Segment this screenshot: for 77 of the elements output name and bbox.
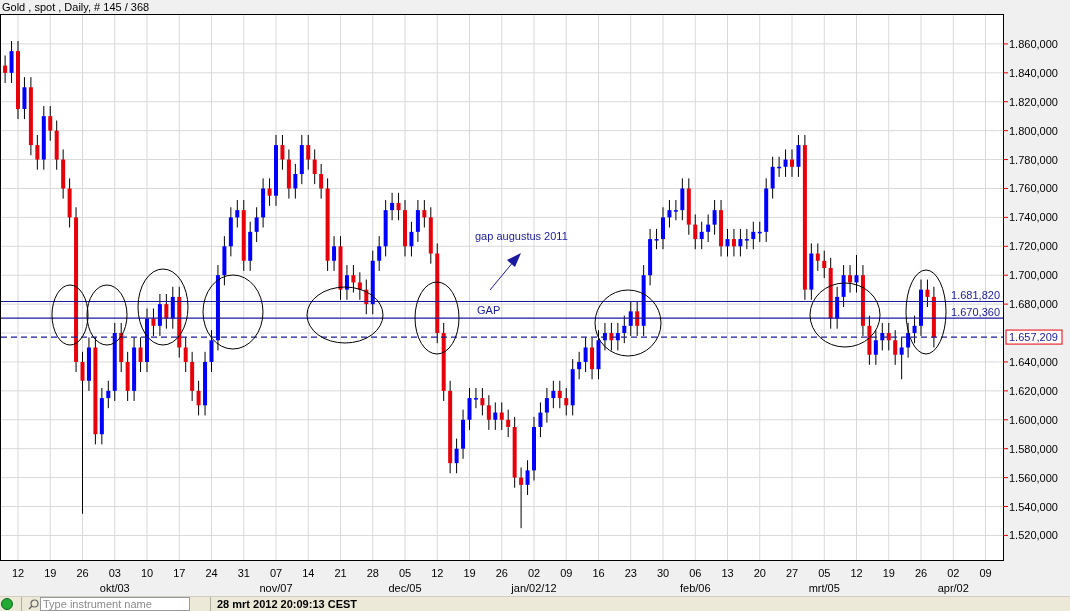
x-axis-label: 19 xyxy=(882,567,895,579)
x-axis-label: 31 xyxy=(237,567,250,579)
x-axis-label: 13 xyxy=(721,567,734,579)
x-axis-label: 30 xyxy=(656,567,670,579)
x-axis-label: 16 xyxy=(592,567,605,579)
level-label: 1.681,820 xyxy=(951,289,1000,302)
circle-marker xyxy=(809,282,881,348)
x-axis-label: 26 xyxy=(914,567,928,579)
candlestick xyxy=(661,206,665,250)
candlestick xyxy=(145,307,149,373)
y-axis-label: 1.700,000 xyxy=(1009,269,1058,282)
timestamp: 28 mrt 2012 20:09:13 CEST xyxy=(217,598,358,610)
x-axis-label: 05 xyxy=(398,567,412,579)
x-axis-label: 12 xyxy=(11,567,25,579)
x-axis-label: 28 xyxy=(366,567,379,579)
y-axis-label: 1.560,000 xyxy=(1009,471,1058,484)
status-icon xyxy=(1,598,13,610)
x-axis-label: 21 xyxy=(334,567,347,579)
y-axis-label: 1.640,000 xyxy=(1009,355,1058,368)
x-axis-label: 24 xyxy=(205,567,218,579)
circle-marker xyxy=(51,284,89,346)
month-label: jan/02/12 xyxy=(511,582,557,594)
month-label: feb/06 xyxy=(679,582,711,594)
candlestick xyxy=(919,279,923,337)
x-axis-label: 03 xyxy=(108,567,121,579)
x-axis-label: 26 xyxy=(76,567,89,579)
y-axis-label: 1.580,000 xyxy=(1009,442,1058,455)
y-axis-label: 1.620,000 xyxy=(1009,384,1058,397)
y-axis-label: 1.740,000 xyxy=(1009,211,1058,224)
level-label: 1.670,360 xyxy=(951,306,1000,319)
x-axis-label: 12 xyxy=(431,567,444,579)
month-label: nov/07 xyxy=(259,582,293,594)
x-axis-label: 26 xyxy=(495,567,508,579)
x-axis-label: 02 xyxy=(947,567,960,579)
circle-marker xyxy=(86,284,128,346)
search-field[interactable]: Type instrument name xyxy=(40,597,190,611)
x-axis-label: 20 xyxy=(753,567,766,579)
y-axis-label: 1.520,000 xyxy=(1009,529,1058,542)
y-axis-label: 1.780,000 xyxy=(1009,153,1058,166)
y-axis-label: 1.600,000 xyxy=(1009,413,1058,426)
x-axis-label: 10 xyxy=(140,567,154,579)
x-axis-label: 06 xyxy=(689,567,702,579)
x-axis-label: 27 xyxy=(785,567,799,579)
x-axis-label: 19 xyxy=(44,567,57,579)
month-label: dec/05 xyxy=(388,582,422,594)
y-axis-label: 1.760,000 xyxy=(1009,182,1058,195)
x-axis-label: 09 xyxy=(979,567,992,579)
y-axis-label: 1.860,000 xyxy=(1009,37,1058,50)
month-label: apr/02 xyxy=(937,582,969,594)
price-label: 1.657,209 xyxy=(1005,329,1063,345)
ref-line-label: 1.657,209 xyxy=(1009,331,1058,344)
x-axis-label: 12 xyxy=(850,567,863,579)
x-axis-label: 09 xyxy=(560,567,573,579)
x-axis-label: 07 xyxy=(269,567,283,579)
x-axis-label: 02 xyxy=(527,567,541,579)
annotation-text: gap augustus 2011 xyxy=(475,230,568,242)
candlestick xyxy=(403,199,407,257)
x-axis-label: 17 xyxy=(173,567,186,579)
annotation-text: GAP xyxy=(477,304,501,316)
y-axis-label: 1.720,000 xyxy=(1009,240,1058,253)
x-axis-label: 23 xyxy=(624,567,637,579)
y-axis-label: 1.680,000 xyxy=(1009,298,1058,311)
candlestick xyxy=(790,148,794,178)
chart-title: Gold , spot , Daily, # 145 / 368 xyxy=(2,1,150,13)
y-axis-label: 1.820,000 xyxy=(1009,95,1058,108)
x-axis-label: 05 xyxy=(818,567,831,579)
y-axis-label: 1.840,000 xyxy=(1009,66,1058,79)
arrow xyxy=(489,253,521,291)
month-label: okt/03 xyxy=(99,582,130,594)
x-axis-label: 14 xyxy=(302,567,315,579)
y-axis-label: 1.540,000 xyxy=(1009,500,1058,513)
month-label: mrt/05 xyxy=(808,582,840,594)
x-axis-label: 19 xyxy=(463,567,476,579)
circle-marker xyxy=(594,289,662,357)
y-axis-label: 1.800,000 xyxy=(1009,124,1058,137)
search-icon xyxy=(28,598,39,610)
candlestick xyxy=(532,416,536,481)
